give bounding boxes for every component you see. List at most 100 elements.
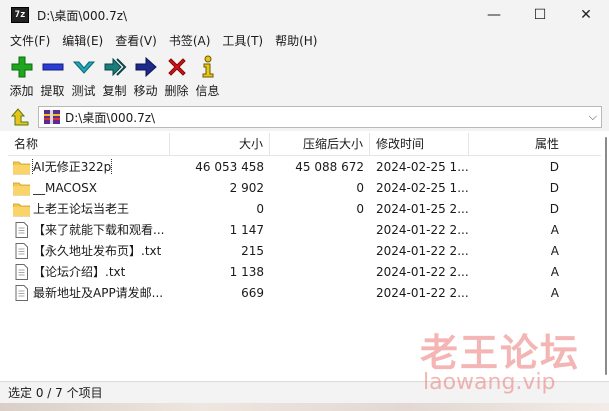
list-header: 名称 大小 压缩后大小 修改时间 属性	[8, 133, 601, 156]
menu-tools[interactable]: 工具(T)	[216, 32, 269, 49]
file-attributes: A	[550, 264, 559, 279]
file-size: 2 902	[229, 180, 264, 195]
address-path: D:\桌面\000.7z\	[65, 110, 156, 125]
file-name-cell: 【来了就能下载和观看...	[8, 221, 170, 238]
file-attributes: D	[549, 159, 559, 174]
file-size: 1 138	[229, 264, 264, 279]
add-label: 添加	[9, 84, 34, 98]
text-file-icon	[15, 221, 28, 238]
status-bar: 选定 0 / 7 个项目	[0, 381, 609, 403]
move-button[interactable]: 移动	[130, 51, 161, 103]
delete-button[interactable]: 删除	[161, 51, 192, 103]
file-list: 名称 大小 压缩后大小 修改时间 属性 AI无修正322p 46 053 458 4…	[8, 133, 601, 380]
window-title: D:\桌面\000.7z\	[37, 8, 128, 23]
check-chevron-icon	[72, 61, 95, 74]
address-bar: D:\桌面\000.7z\ ⌵	[0, 103, 609, 131]
file-name-cell: 上老王论坛当老王	[8, 200, 170, 217]
file-row[interactable]: AI无修正322p 46 053 458 45 088 672 2024-02-25 …	[8, 156, 601, 177]
file-modified: 2024-01-22 2...	[376, 264, 469, 279]
file-row[interactable]: __MACOSX 2 902 0 2024-02-25 1... D	[8, 177, 601, 198]
test-button[interactable]: 测试	[68, 51, 99, 103]
file-name: 最新地址及APP请发邮...	[33, 286, 164, 300]
file-row[interactable]: 【论坛介绍】.txt 1 138 2024-01-22 2... A	[8, 261, 601, 282]
file-name-cell: __MACOSX	[8, 180, 170, 196]
file-name: 上老王论坛当老王	[33, 202, 130, 216]
up-arrow-icon	[11, 108, 29, 126]
file-modified: 2024-01-22 2...	[376, 285, 469, 300]
double-arrow-right-icon	[104, 57, 126, 77]
file-modified: 2024-01-25 2...	[376, 201, 469, 216]
file-packed-size: 0	[356, 180, 364, 195]
minus-icon	[42, 63, 63, 71]
file-modified: 2024-02-25 1...	[376, 159, 469, 174]
menu-bookmarks[interactable]: 书签(A)	[163, 32, 217, 49]
test-label: 测试	[71, 84, 96, 98]
toolbar: 添加 提取 测试 复制 移动 删除 信息	[0, 51, 609, 103]
file-size: 215	[241, 243, 264, 258]
menu-help[interactable]: 帮助(H)	[269, 32, 323, 49]
close-button[interactable]: ✕	[563, 0, 609, 30]
file-modified: 2024-02-25 1...	[376, 180, 469, 195]
text-file-icon	[15, 242, 28, 259]
file-name: 【论坛介绍】.txt	[33, 265, 126, 279]
delete-label: 删除	[164, 84, 189, 98]
column-header-name[interactable]: 名称	[8, 133, 170, 155]
vertical-scrollbar[interactable]	[604, 133, 608, 379]
folder-icon	[13, 161, 30, 174]
file-size: 46 053 458	[195, 159, 264, 174]
file-packed-size: 45 088 672	[295, 159, 364, 174]
column-header-packed-size[interactable]: 压缩后大小	[270, 133, 370, 155]
7zip-app-icon: 7z	[11, 7, 29, 23]
file-size: 669	[241, 285, 264, 300]
file-attributes: D	[549, 180, 559, 195]
file-row[interactable]: 【永久地址发布页】.txt 215 2024-01-22 2... A	[8, 240, 601, 261]
info-button[interactable]: 信息	[192, 51, 223, 103]
move-label: 移动	[133, 84, 158, 98]
file-name: 【来了就能下载和观看...	[33, 223, 164, 237]
column-header-size[interactable]: 大小	[170, 133, 270, 155]
info-label: 信息	[195, 84, 220, 98]
file-size: 0	[256, 201, 264, 216]
arrow-right-icon	[135, 56, 157, 78]
file-name: __MACOSX	[33, 180, 98, 195]
menu-file[interactable]: 文件(F)	[4, 32, 56, 49]
x-icon	[167, 58, 186, 76]
minimize-button[interactable]: —	[471, 0, 517, 30]
file-attributes: D	[549, 201, 559, 216]
address-input[interactable]: D:\桌面\000.7z\ ⌵	[38, 106, 602, 128]
copy-button[interactable]: 复制	[99, 51, 130, 103]
extract-label: 提取	[40, 84, 65, 98]
add-button[interactable]: 添加	[6, 51, 37, 103]
file-name: 【永久地址发布页】.txt	[33, 244, 162, 258]
file-name-cell: 最新地址及APP请发邮...	[8, 284, 170, 301]
file-row[interactable]: 【来了就能下载和观看... 1 147 2024-01-22 2... A	[8, 219, 601, 240]
up-folder-button[interactable]	[8, 105, 32, 129]
file-attributes: A	[550, 222, 559, 237]
chevron-down-icon[interactable]: ⌵	[589, 110, 597, 124]
column-header-attributes[interactable]: 属性	[469, 133, 589, 155]
maximize-button[interactable]: ☐	[517, 0, 563, 30]
extract-button[interactable]: 提取	[37, 51, 68, 103]
text-file-icon	[15, 263, 28, 280]
window-controls: — ☐ ✕	[471, 0, 609, 30]
selection-status: 选定 0 / 7 个项目	[8, 386, 103, 400]
file-packed-size: 0	[356, 201, 364, 216]
column-header-modified[interactable]: 修改时间	[370, 133, 469, 155]
info-icon	[202, 55, 213, 78]
text-file-icon	[15, 284, 28, 301]
file-name-cell: 【永久地址发布页】.txt	[8, 242, 170, 259]
file-name-cell: 【论坛介绍】.txt	[8, 263, 170, 280]
file-attributes: A	[550, 243, 559, 258]
title-bar: 7z D:\桌面\000.7z\ — ☐ ✕	[0, 0, 609, 30]
menu-edit[interactable]: 编辑(E)	[56, 32, 109, 49]
file-name: AI无修正322p	[31, 158, 113, 175]
copy-label: 复制	[102, 84, 127, 98]
file-row[interactable]: 上老王论坛当老王 0 0 2024-01-25 2... D	[8, 198, 601, 219]
file-row[interactable]: 最新地址及APP请发邮... 669 2024-01-22 2... A	[8, 282, 601, 303]
file-attributes: A	[550, 285, 559, 300]
file-modified: 2024-01-22 2...	[376, 243, 469, 258]
desktop-background-strip	[0, 403, 609, 411]
folder-icon	[13, 203, 30, 216]
file-name-cell: AI无修正322p	[8, 158, 170, 175]
menu-view[interactable]: 查看(V)	[109, 32, 163, 49]
